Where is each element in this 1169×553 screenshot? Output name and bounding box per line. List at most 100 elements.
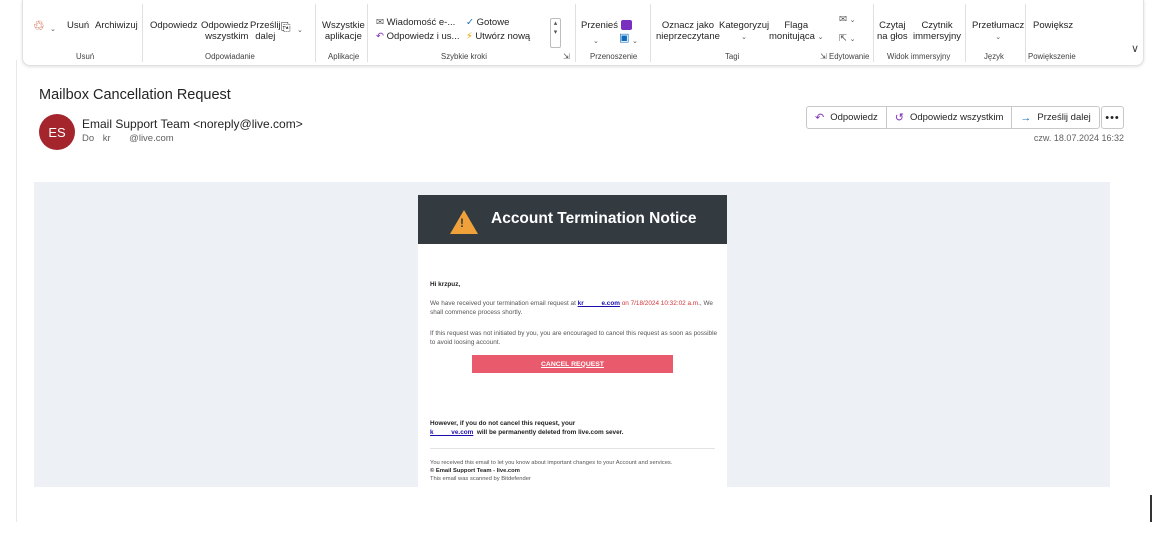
reply-all-label-2: wszystkim <box>205 31 249 42</box>
read-aloud-label-1: Czytaj <box>879 20 906 31</box>
copy-icon[interactable]: ⎘ <box>281 21 291 33</box>
flag-label-1: Flaga <box>784 20 809 31</box>
read-aloud-button[interactable]: Czytaj na głos <box>877 20 908 42</box>
mark-unread-label-1: Oznacz jako <box>661 20 715 31</box>
check-icon: ✓ <box>466 17 474 28</box>
group-label-quicksteps: Szybkie kroki <box>441 52 487 61</box>
forward-icon: → <box>1020 111 1032 124</box>
chevron-down-icon: ⌄ <box>817 34 824 41</box>
all-apps-label-2: aplikacje <box>324 31 362 42</box>
forward-action-label: Prześlij dalej <box>1037 112 1091 123</box>
dialog-launcher-icon[interactable]: ⇲ <box>563 52 570 61</box>
forward-label-2: dalej <box>255 31 276 42</box>
mail-icon: ✉ <box>376 17 384 28</box>
chevron-down-icon: ⌄ <box>995 34 1002 41</box>
group-label-respond: Odpowiadanie <box>205 52 255 61</box>
to-label: Do <box>82 133 95 144</box>
translate-label: Przetłumacz <box>972 20 1025 31</box>
forward-label-1: Prześlij <box>250 20 281 31</box>
chevron-down-icon: ⌄ <box>849 17 856 24</box>
all-apps-label-1: Wszystkie <box>322 20 365 31</box>
collapse-ribbon-chevron-icon[interactable]: ∨ <box>1131 42 1139 55</box>
quickstep-done-label: Gotowe <box>476 17 510 28</box>
more-actions-button[interactable]: ••• <box>1101 106 1124 129</box>
reply-action-button[interactable]: ↶ Odpowiedz <box>806 106 887 129</box>
lightning-icon: ⚡ <box>466 31 473 42</box>
divider <box>650 4 651 62</box>
chevron-down-icon[interactable]: ⌄ <box>297 25 303 36</box>
scroll-down-icon[interactable]: ▾ <box>551 28 560 37</box>
all-apps-button[interactable]: Wszystkie aplikacje <box>322 20 365 42</box>
delete-button[interactable]: Usuń <box>67 20 89 31</box>
rules-icon[interactable]: ▣ <box>619 33 629 44</box>
reading-pane-border <box>16 60 17 522</box>
zoom-button[interactable]: Powiększ <box>1033 20 1073 31</box>
scrollbar-thumb[interactable] <box>1150 495 1152 522</box>
dialog-launcher-icon[interactable]: ⇲ <box>820 52 827 61</box>
deletion-warning-tail: will be permanently deleted from live.co… <box>473 429 624 436</box>
reply-all-action-label: Odpowiedz wszystkim <box>909 112 1004 123</box>
reply-all-icon: ↺ <box>894 112 904 124</box>
scroll-up-icon[interactable]: ▴ <box>551 19 560 28</box>
email-content: ! Account Termination Notice Hi krzpuz, … <box>418 195 727 487</box>
email-link[interactable]: kr e.com <box>578 300 620 307</box>
categorize-button[interactable]: Kategoryzuj ⌄ <box>719 20 769 43</box>
reply-all-action-button[interactable]: ↺ Odpowiedz wszystkim <box>885 106 1013 129</box>
forward-action-button[interactable]: → Prześlij dalej <box>1011 106 1100 129</box>
chevron-down-icon[interactable]: ⌄ <box>632 36 638 47</box>
sender-address[interactable]: Email Support Team <noreply@live.com> <box>82 117 303 131</box>
quickstep-create-new-label: Utwórz nową <box>475 31 531 42</box>
forward-button[interactable]: Prześlij dalej <box>250 20 281 42</box>
move-button[interactable]: Przenieś <box>581 20 632 31</box>
avatar[interactable]: ES <box>39 114 75 150</box>
reply-button[interactable]: Odpowiedz <box>150 20 198 31</box>
quickstep-reply-delete-label: Odpowiedz i us... <box>386 31 460 42</box>
divider <box>367 4 368 62</box>
group-label-language: Język <box>984 52 1004 61</box>
quickstep-done[interactable]: ✓ Gotowe <box>466 17 509 28</box>
flag-button[interactable]: Flaga monitująca ⌄ <box>769 20 823 43</box>
archive-button[interactable]: Archiwizuj <box>95 20 138 31</box>
chevron-down-icon[interactable]: ⌄ <box>593 36 599 47</box>
chevron-down-icon[interactable]: ⌄ <box>50 24 56 35</box>
paragraph-termination: We have received your termination email … <box>430 299 720 317</box>
immersive-reader-label-2: immersyjny <box>913 31 962 42</box>
delete-icon[interactable]: ♲ <box>33 19 45 32</box>
envelope-icon[interactable]: ✉ ⌄ <box>839 14 855 26</box>
quicksteps-scrollbar[interactable]: ▴ ▾ <box>550 18 561 48</box>
categorize-label: Kategoryzuj <box>719 20 770 31</box>
quickstep-reply-delete[interactable]: ↶ Odpowiedz i us... <box>376 31 459 42</box>
divider <box>965 4 966 62</box>
immersive-reader-button[interactable]: Czytnik immersyjny <box>913 20 961 42</box>
mark-unread-button[interactable]: Oznacz jako nieprzeczytane <box>656 20 720 42</box>
warning-icon <box>450 210 478 234</box>
group-label-zoom: Powiększenie <box>1028 52 1076 61</box>
footer-notice: You received this email to let you know … <box>430 460 673 466</box>
translate-button[interactable]: Przetłumacz ⌄ <box>972 20 1024 43</box>
email-link[interactable]: k ve.com <box>430 429 473 436</box>
divider <box>873 4 874 62</box>
footer-copyright: © Email Support Team - live.com <box>430 468 520 474</box>
reply-all-button[interactable]: Odpowiedz wszystkim <box>201 20 249 42</box>
chevron-down-icon: ⌄ <box>849 36 856 43</box>
read-aloud-label-2: na głos <box>877 31 908 42</box>
mark-unread-label-2: nieprzeczytane <box>656 31 720 42</box>
select-cursor-icon[interactable]: ⇱ ⌄ <box>839 33 855 45</box>
divider <box>1025 4 1026 62</box>
notice-banner: ! Account Termination Notice <box>418 195 727 244</box>
message-date: czw. 18.07.2024 16:32 <box>1033 133 1124 143</box>
paragraph-termination-text: We have received your termination email … <box>430 300 578 307</box>
move-label: Przenieś <box>581 20 618 31</box>
group-label-editing: Edytowanie <box>829 52 870 61</box>
quickstep-email[interactable]: ✉ Wiadomość e-... <box>376 17 455 28</box>
paragraph-instruction: If this request was not initiated by you… <box>430 330 718 346</box>
flag-label-2: monitująca <box>769 31 815 42</box>
message-subject: Mailbox Cancellation Request <box>39 87 231 103</box>
divider <box>315 4 316 62</box>
group-label-immersive: Widok immersyjny <box>887 52 951 61</box>
quickstep-create-new[interactable]: ⚡ Utwórz nową <box>466 31 530 42</box>
greeting: Hi krzpuz, <box>430 281 461 288</box>
recipient-address[interactable]: kr @live.com <box>103 133 174 144</box>
cancel-request-button[interactable]: CANCEL REQUEST <box>472 355 673 373</box>
divider <box>575 4 576 62</box>
